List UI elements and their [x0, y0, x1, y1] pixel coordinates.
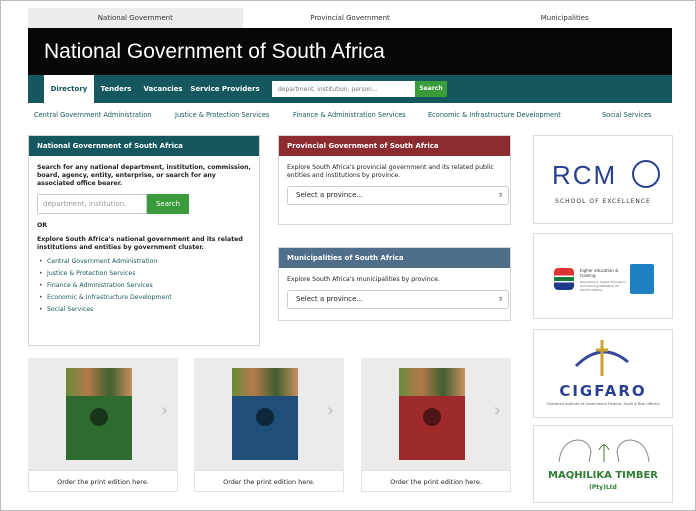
ad-dhet[interactable]: higher education & training Department: … — [533, 233, 673, 319]
chevron-right-icon[interactable]: › — [494, 400, 501, 421]
link-finance[interactable]: Finance & Administration Services — [37, 282, 251, 290]
play-icon — [256, 408, 274, 426]
book-cover[interactable] — [232, 368, 298, 460]
tvet-logo — [630, 264, 654, 294]
book-cover[interactable] — [399, 368, 465, 460]
cluster-economic[interactable]: Economic & Infrastructure Development — [428, 108, 561, 122]
ad-cigfaro[interactable]: CIGFARO Chartered Institute of Governmen… — [533, 329, 673, 418]
municipal-panel: Municipalities of South Africa Explore S… — [278, 247, 511, 321]
provincial-panel-title: Provincial Government of South Africa — [279, 136, 510, 156]
tab-municipalities[interactable]: Municipalities — [457, 8, 672, 28]
cluster-central-government[interactable]: Central Government Administration — [34, 108, 152, 122]
dhet-sub: Department: Higher Education and Trainin… — [580, 280, 626, 292]
national-panel: National Government of South Africa Sear… — [28, 135, 260, 346]
national-intro: Search for any national department, inst… — [37, 164, 251, 187]
municipal-text: Explore South Africa's municipalities by… — [287, 276, 440, 283]
or-label: OR — [37, 222, 48, 229]
globe-icon — [632, 160, 660, 188]
dhet-text: higher education & training — [580, 268, 619, 278]
tab-national-government[interactable]: National Government — [28, 8, 243, 28]
book-cover[interactable] — [66, 368, 132, 460]
chevron-right-icon[interactable]: › — [161, 400, 168, 421]
cluster-social[interactable]: Social Services — [602, 108, 651, 122]
book-caption[interactable]: Order the print edition here. — [28, 470, 178, 492]
nav-tenders[interactable]: Tenders — [94, 75, 138, 103]
nav-directory[interactable]: Directory — [44, 75, 94, 103]
municipal-panel-title: Municipalities of South Africa — [279, 248, 510, 268]
national-explore: Explore South Africa's national governme… — [37, 236, 243, 251]
ad-rcm[interactable]: RCM SCHOOL OF EXCELLENCE — [533, 135, 673, 224]
nav-search-button[interactable]: Search — [415, 81, 447, 97]
cluster-links: Central Government Administration Justic… — [28, 108, 672, 122]
coat-of-arms-icon — [554, 268, 574, 290]
book-caption[interactable]: Order the print edition here. — [361, 470, 511, 492]
nav-vacancies[interactable]: Vacancies — [138, 75, 188, 103]
rcm-tagline: SCHOOL OF EXCELLENCE — [555, 198, 651, 205]
national-search-input[interactable]: department, institution, — [37, 194, 147, 214]
tab-provincial-government[interactable]: Provincial Government — [243, 8, 458, 28]
main-nav: Directory Tenders Vacancies Service Prov… — [28, 75, 672, 103]
link-central-government[interactable]: Central Government Administration — [37, 258, 251, 266]
nav-search-input[interactable] — [272, 81, 415, 97]
cover-photo — [232, 368, 298, 396]
cluster-justice[interactable]: Justice & Protection Services — [175, 108, 269, 122]
cover-photo — [66, 368, 132, 396]
maqhilika-logo: MAQHILIKA TIMBER — [548, 470, 658, 481]
link-social[interactable]: Social Services — [37, 306, 251, 314]
cluster-finance[interactable]: Finance & Administration Services — [293, 108, 406, 122]
municipal-select-value: Select a province... — [296, 295, 364, 303]
nav-service-providers[interactable]: Service Providers — [188, 75, 262, 103]
national-search-button[interactable]: Search — [147, 194, 189, 214]
book-caption[interactable]: Order the print edition here. — [194, 470, 344, 492]
provincial-text: Explore South Africa's provincial govern… — [287, 164, 494, 179]
site-title[interactable]: National Government of South Africa — [44, 28, 385, 75]
site-banner: National Government of South Africa — [28, 28, 672, 75]
provincial-select-value: Select a province... — [296, 191, 364, 199]
link-justice[interactable]: Justice & Protection Services — [37, 270, 251, 278]
book-card[interactable]: › Order the print edition here. — [28, 358, 178, 492]
book-card[interactable]: › Order the print edition here. — [361, 358, 511, 492]
select-arrows-icon: ⇕ — [497, 296, 503, 303]
ad-maqhilika[interactable]: MAQHILIKA TIMBER (Pty)Ltd — [533, 425, 673, 503]
play-icon — [423, 408, 441, 426]
cigfaro-sub: Chartered Institute of Government Financ… — [546, 402, 660, 406]
elephants-icon — [558, 439, 650, 463]
play-icon — [90, 408, 108, 426]
national-panel-title: National Government of South Africa — [29, 136, 259, 156]
chevron-right-icon[interactable]: › — [327, 400, 334, 421]
municipal-province-select[interactable]: Select a province... ⇕ — [287, 290, 509, 309]
cover-photo — [399, 368, 465, 396]
book-card[interactable]: › Order the print edition here. — [194, 358, 344, 492]
rcm-logo: RCM — [552, 160, 618, 190]
top-tabs: National Government Provincial Governmen… — [28, 8, 672, 28]
provincial-province-select[interactable]: Select a province... ⇕ — [287, 186, 509, 205]
cigfaro-logo: CIGFARO — [559, 382, 647, 400]
select-arrows-icon: ⇕ — [497, 192, 503, 199]
link-economic[interactable]: Economic & Infrastructure Development — [37, 294, 251, 302]
provincial-panel: Provincial Government of South Africa Ex… — [278, 135, 511, 225]
maqhilika-sub: (Pty)Ltd — [589, 484, 617, 491]
cigfaro-emblem-icon — [574, 340, 629, 376]
